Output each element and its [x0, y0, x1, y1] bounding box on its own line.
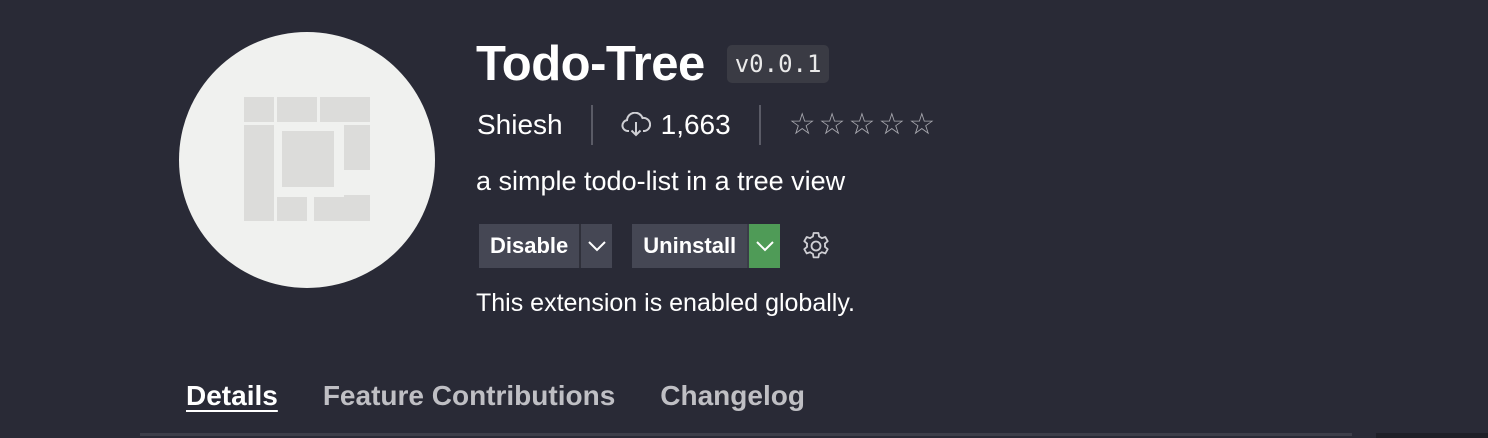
settings-button[interactable]: [800, 230, 832, 262]
separator: [758, 105, 761, 145]
tab-divider: [140, 433, 1352, 436]
enablement-status: This extension is enabled globally.: [476, 289, 855, 317]
tab-feature-contributions[interactable]: Feature Contributions: [323, 380, 615, 412]
extension-logo: [179, 32, 435, 288]
install-count-value: 1,663: [660, 109, 731, 140]
star-icon: ☆: [818, 108, 846, 141]
todo-tree-logo-icon: [244, 97, 370, 221]
star-icon: ☆: [908, 108, 936, 141]
extension-name: Todo-Tree: [476, 37, 705, 91]
uninstall-button[interactable]: Uninstall: [632, 224, 748, 268]
separator: [590, 105, 593, 145]
uninstall-button-group: Uninstall: [632, 224, 781, 268]
title-row: Todo-Tree v0.0.1: [476, 34, 830, 94]
disable-button[interactable]: Disable: [479, 224, 580, 268]
meta-row: Shiesh 1,663 ☆ ☆ ☆ ☆ ☆: [477, 104, 938, 146]
panel-edge: [1376, 433, 1488, 438]
extension-description: a simple todo-list in a tree view: [476, 166, 846, 196]
tab-details[interactable]: Details: [186, 380, 278, 412]
action-bar: Disable Uninstall: [479, 224, 832, 268]
gear-icon: [803, 232, 829, 259]
rating-stars[interactable]: ☆ ☆ ☆ ☆ ☆: [789, 110, 939, 140]
tab-bar: Details Feature Contributions Changelog: [186, 380, 850, 412]
version-badge: v0.0.1: [726, 45, 830, 83]
disable-button-group: Disable: [479, 224, 613, 268]
cloud-download-icon: [621, 112, 651, 138]
uninstall-dropdown-button[interactable]: [747, 224, 781, 268]
chevron-down-icon: [755, 241, 774, 252]
chevron-down-icon: [588, 241, 606, 252]
install-count: 1,663: [621, 109, 731, 141]
star-icon: ☆: [848, 108, 876, 141]
publisher-link[interactable]: Shiesh: [477, 109, 563, 141]
disable-dropdown-button[interactable]: [579, 224, 613, 268]
star-icon: ☆: [878, 108, 906, 141]
star-icon: ☆: [788, 108, 816, 141]
tab-changelog[interactable]: Changelog: [660, 380, 805, 412]
extension-page: Todo-Tree v0.0.1 Shiesh 1,663 ☆ ☆ ☆ ☆ ☆ …: [0, 0, 1488, 438]
